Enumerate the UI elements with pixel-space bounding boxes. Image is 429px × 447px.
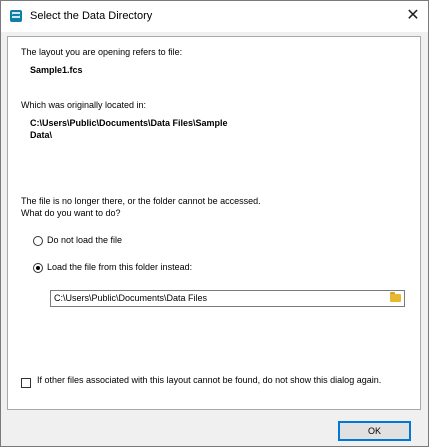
- intro-text: The layout you are opening refers to fil…: [21, 47, 183, 57]
- app-icon: [10, 10, 22, 22]
- dialog-window: Select the Data Directory ✕ The layout y…: [0, 0, 429, 447]
- problem-text-line1: The file is no longer there, or the fold…: [21, 196, 261, 206]
- load-from-folder-radio[interactable]: [33, 263, 43, 273]
- close-button[interactable]: ✕: [398, 1, 428, 32]
- problem-text-line2: What do you want to do?: [21, 208, 121, 218]
- filename-text: Sample1.fcs: [30, 65, 83, 75]
- original-path-line2: Data\: [30, 130, 53, 140]
- title-bar[interactable]: Select the Data Directory ✕: [1, 1, 428, 32]
- dialog-title: Select the Data Directory: [30, 10, 153, 22]
- do-not-load-label[interactable]: Do not load the file: [47, 235, 122, 246]
- ok-button[interactable]: OK: [338, 421, 411, 441]
- dont-show-again-checkbox[interactable]: [21, 378, 31, 388]
- load-from-folder-label[interactable]: Load the file from this folder instead:: [47, 262, 192, 273]
- original-location-label: Which was originally located in:: [21, 100, 147, 110]
- dont-show-again-label[interactable]: If other files associated with this layo…: [37, 375, 397, 386]
- original-path-line1: C:\Users\Public\Documents\Data Files\Sam…: [30, 118, 228, 128]
- dialog-body: The layout you are opening refers to fil…: [1, 32, 428, 446]
- folder-path-input[interactable]: C:\Users\Public\Documents\Data Files: [50, 290, 405, 307]
- content-panel: The layout you are opening refers to fil…: [7, 36, 421, 410]
- do-not-load-radio[interactable]: [33, 236, 43, 246]
- folder-icon[interactable]: [390, 292, 401, 302]
- folder-path-value: C:\Users\Public\Documents\Data Files: [54, 293, 208, 303]
